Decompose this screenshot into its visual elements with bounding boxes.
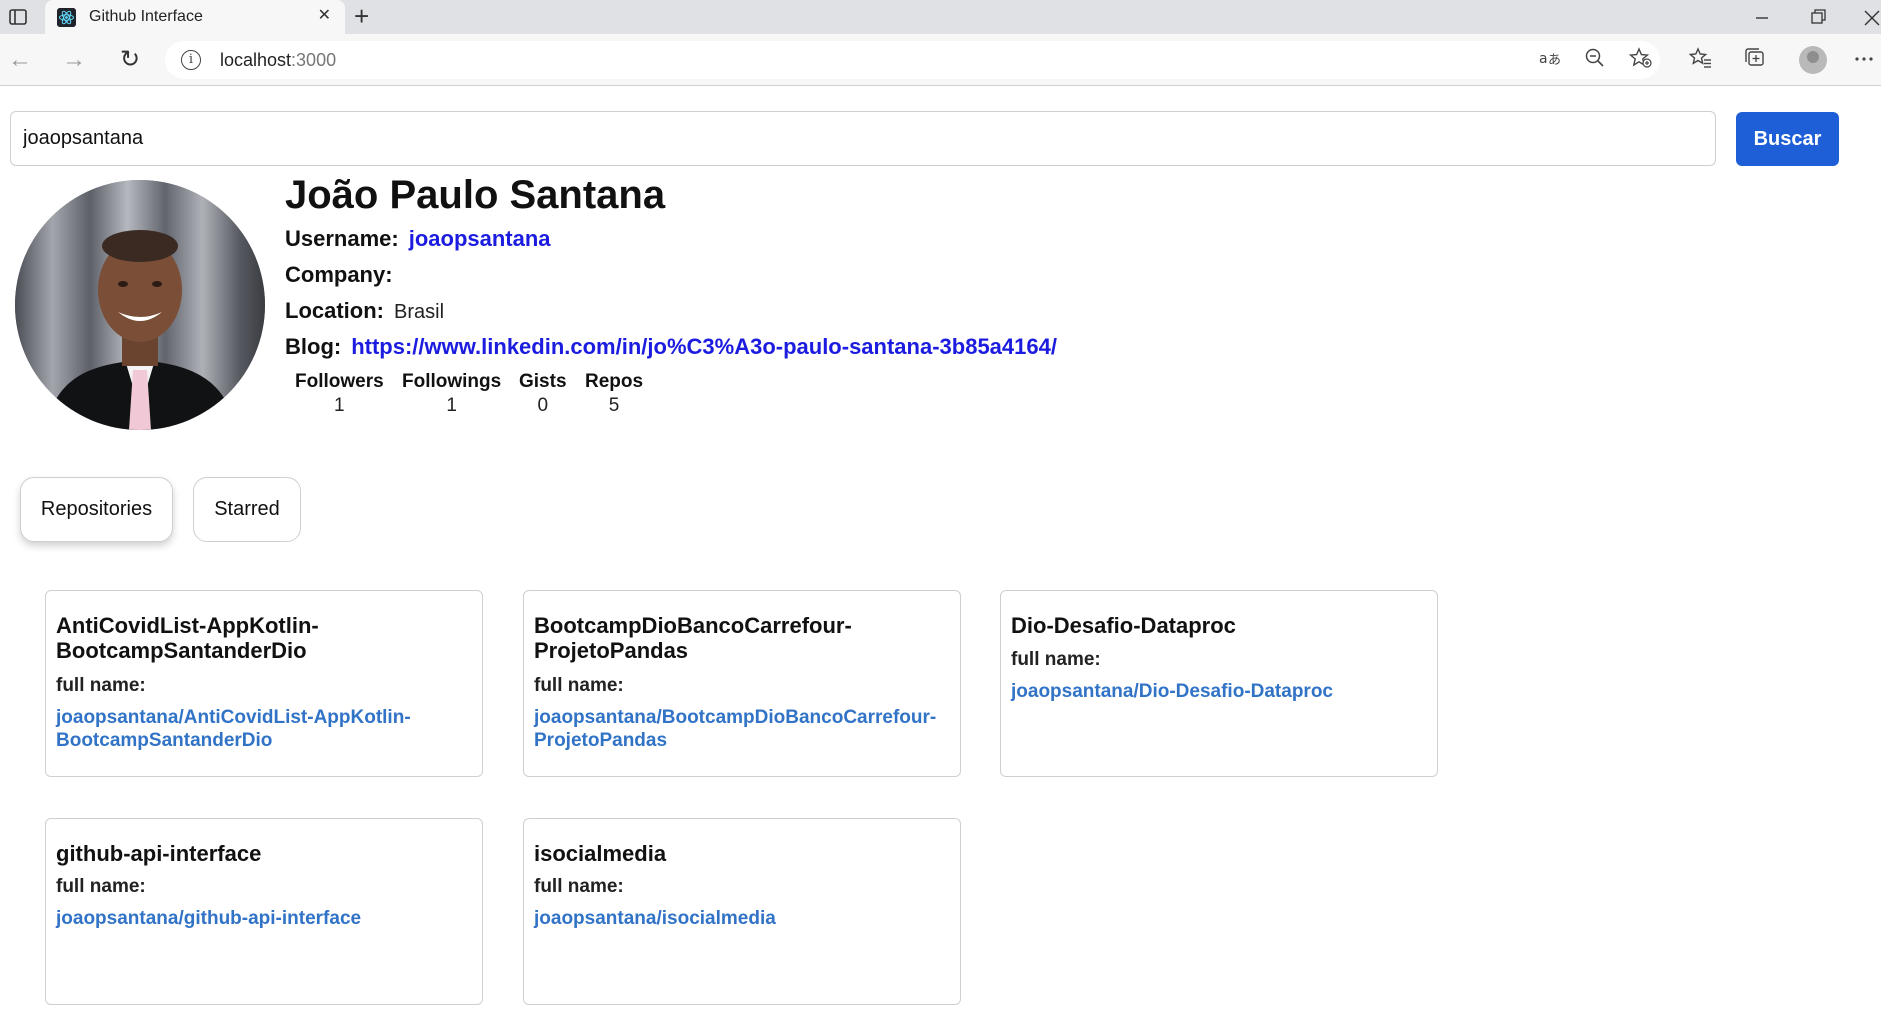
- repo-full-name-label: full name:: [534, 675, 624, 696]
- repo-full-name-label: full name:: [1011, 649, 1101, 670]
- stat-followers: Followers 1: [295, 370, 384, 418]
- restore-icon[interactable]: [1808, 4, 1828, 37]
- repo-full-name-label: full name:: [534, 876, 624, 897]
- react-favicon-icon: [57, 8, 76, 27]
- profile-name: João Paulo Santana: [285, 173, 666, 217]
- read-aloud-icon[interactable]: aあ: [1538, 47, 1561, 76]
- tab-title: Github Interface: [89, 8, 203, 25]
- repo-full-name-link[interactable]: joaopsantana/BootcampDioBancoCarrefour-P…: [534, 706, 949, 752]
- info-icon[interactable]: i: [181, 50, 201, 70]
- stat-value: 0: [537, 395, 549, 416]
- url-field[interactable]: i localhost:3000: [165, 41, 1660, 79]
- stat-label: Followings: [402, 371, 502, 392]
- stat-value: 5: [608, 395, 620, 416]
- more-icon[interactable]: [1853, 47, 1875, 76]
- blog-label: Blog:: [285, 334, 342, 359]
- repo-card[interactable]: isocialmedia full name: joaopsantana/iso…: [523, 818, 961, 1005]
- repo-full-name-link[interactable]: joaopsantana/isocialmedia: [534, 907, 949, 930]
- new-tab-icon[interactable]: +: [354, 3, 369, 29]
- svg-text:あ: あ: [1548, 53, 1560, 68]
- stat-gists: Gists 0: [519, 370, 567, 418]
- repo-card[interactable]: AntiCovidList-AppKotlin-BootcampSantande…: [45, 590, 483, 777]
- repo-card[interactable]: Dio-Desafio-Dataproc full name: joaopsan…: [1000, 590, 1438, 777]
- company-row: Company:: [285, 261, 403, 290]
- tab-starred[interactable]: Starred: [193, 477, 301, 542]
- search-button[interactable]: Buscar: [1736, 112, 1839, 166]
- tab-close-icon[interactable]: ✕: [318, 8, 331, 24]
- blog-row: Blog: https://www.linkedin.com/in/jo%C3%A…: [285, 333, 1057, 361]
- profile-icon[interactable]: [1799, 46, 1827, 74]
- company-label: Company:: [285, 262, 393, 287]
- minimize-icon[interactable]: [1752, 4, 1772, 37]
- stat-label: Followers: [295, 371, 384, 392]
- repo-full-name-label: full name:: [56, 876, 146, 897]
- repo-name: AntiCovidList-AppKotlin-BootcampSantande…: [56, 613, 319, 663]
- repo-name: github-api-interface: [56, 841, 262, 866]
- location-row: Location: Brasil: [285, 297, 444, 326]
- stat-label: Repos: [585, 371, 644, 392]
- avatar: [15, 180, 265, 430]
- location-label: Location:: [285, 298, 384, 323]
- stat-label: Gists: [519, 371, 567, 392]
- address-bar: ← → ↻ i localhost:3000 aあ: [0, 34, 1881, 86]
- repo-full-name-link[interactable]: joaopsantana/Dio-Desafio-Dataproc: [1011, 680, 1426, 703]
- url-text[interactable]: localhost:3000: [220, 50, 336, 71]
- blog-link[interactable]: https://www.linkedin.com/in/jo%C3%A3o-pa…: [351, 334, 1057, 359]
- repo-name: BootcampDioBancoCarrefour-ProjetoPandas: [534, 613, 852, 663]
- stat-value: 1: [334, 395, 345, 416]
- stat-followings: Followings 1: [402, 370, 501, 418]
- reload-icon[interactable]: ↻: [116, 46, 144, 74]
- svg-text:a: a: [1539, 51, 1548, 67]
- repo-card[interactable]: github-api-interface full name: joaopsan…: [45, 818, 483, 1005]
- add-favorite-icon[interactable]: [1628, 47, 1653, 76]
- browser-tab-strip: Github Interface ✕ +: [0, 0, 1881, 34]
- stat-repos: Repos 5: [585, 370, 643, 418]
- repo-name: Dio-Desafio-Dataproc: [1011, 613, 1236, 638]
- forward-icon[interactable]: →: [60, 46, 88, 74]
- stat-value: 1: [446, 395, 457, 416]
- tab-repositories[interactable]: Repositories: [20, 477, 173, 542]
- username-label: Username:: [285, 226, 399, 251]
- collections-icon[interactable]: [1743, 47, 1767, 76]
- repo-full-name-link[interactable]: joaopsantana/github-api-interface: [56, 907, 471, 930]
- favorites-icon[interactable]: [1688, 47, 1713, 76]
- repo-full-name-label: full name:: [56, 675, 146, 696]
- repo-full-name-link[interactable]: joaopsantana/AntiCovidList-AppKotlin-Boo…: [56, 706, 471, 752]
- username-link[interactable]: joaopsantana: [409, 226, 551, 251]
- close-window-icon[interactable]: [1862, 4, 1881, 37]
- back-icon[interactable]: ←: [6, 46, 34, 74]
- zoom-out-icon[interactable]: [1584, 47, 1606, 76]
- username-row: Username: joaopsantana: [285, 225, 551, 253]
- browser-tab[interactable]: Github Interface ✕: [45, 0, 345, 34]
- search-input[interactable]: [10, 111, 1716, 166]
- repo-card[interactable]: BootcampDioBancoCarrefour-ProjetoPandas …: [523, 590, 961, 777]
- window-menu-icon[interactable]: [8, 7, 28, 27]
- repo-name: isocialmedia: [534, 841, 667, 866]
- location-value: Brasil: [394, 301, 445, 323]
